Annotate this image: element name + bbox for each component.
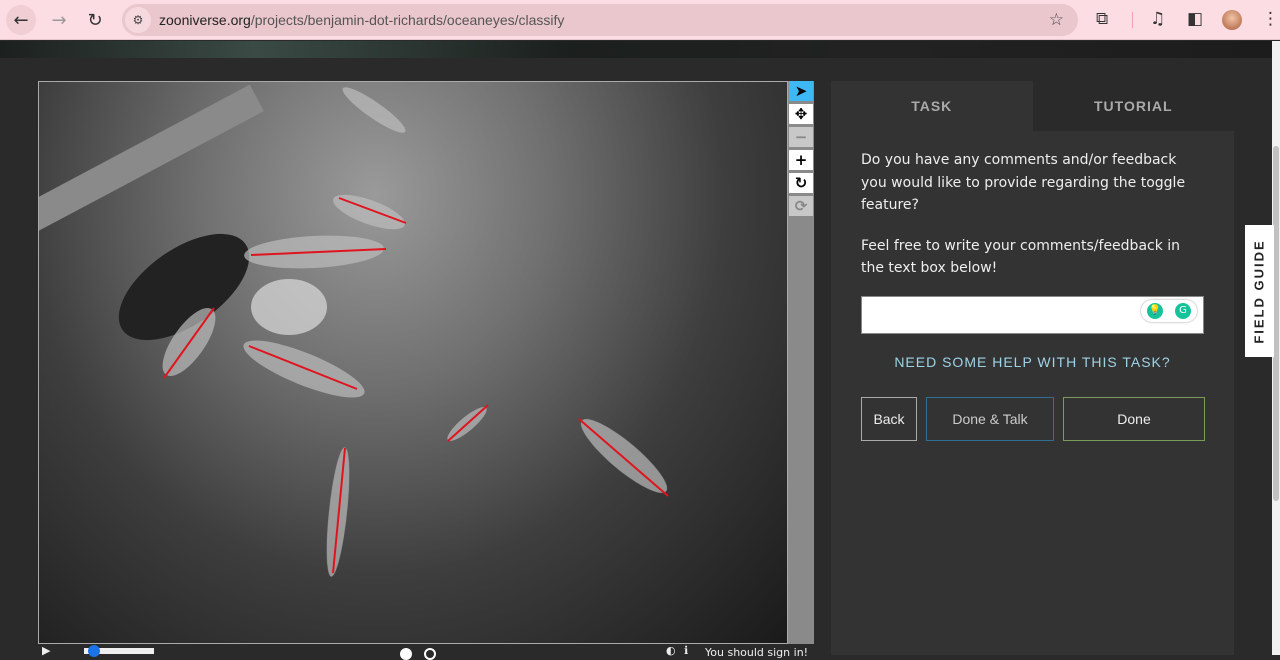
url-domain: zooniverse.org: [159, 12, 251, 28]
profile-avatar[interactable]: [1222, 10, 1242, 30]
browser-toolbar: ← → ↻ ⚙ zooniverse.org/projects/benjamin…: [0, 0, 1280, 40]
zoom-in-icon[interactable]: +: [789, 150, 813, 170]
rotate-icon[interactable]: ↻: [789, 173, 813, 193]
project-banner: [0, 41, 1272, 58]
side-panel-icon[interactable]: ◧: [1187, 9, 1203, 29]
task-instruction: Feel free to write your comments/feedbac…: [861, 237, 1181, 277]
forward-arrow-icon[interactable]: →: [44, 5, 74, 35]
play-icon[interactable]: ▶: [42, 644, 50, 657]
back-button[interactable]: Back: [861, 397, 917, 441]
fish: [243, 340, 365, 398]
site-settings-icon[interactable]: ⚙: [125, 7, 151, 33]
media-control-icon[interactable]: ♫: [1150, 9, 1165, 29]
task-question: Do you have any comments and/or feedback…: [861, 152, 1186, 213]
subject-image[interactable]: [38, 81, 788, 644]
camera-arm: [39, 84, 264, 234]
done-talk-button[interactable]: Done & Talk: [926, 397, 1054, 441]
contrast-toggle-icon[interactable]: [424, 648, 436, 660]
annotation-layer: [39, 84, 669, 577]
tab-task[interactable]: TASK: [831, 81, 1033, 131]
menu-dots-icon[interactable]: ⋮: [1262, 9, 1279, 29]
extensions-icon[interactable]: ⧉: [1096, 9, 1108, 29]
brightness-toggle-icon[interactable]: [400, 648, 412, 660]
url-path: /projects/benjamin-dot-richards/oceaneye…: [250, 12, 565, 28]
annotation-line: [447, 404, 489, 442]
info-icon[interactable]: ℹ: [684, 644, 688, 657]
done-button[interactable]: Done: [1063, 397, 1205, 441]
grammarly-icon[interactable]: G: [1175, 302, 1191, 319]
reload-icon[interactable]: ↻: [80, 5, 110, 35]
bookmark-star-icon[interactable]: ☆: [1049, 10, 1064, 30]
zoom-out-icon[interactable]: −: [789, 127, 813, 147]
video-controls: ▶ ◐ ℹ You should sign in!: [38, 644, 828, 660]
annotation-line: [578, 418, 669, 497]
address-bar[interactable]: ⚙ zooniverse.org/projects/benjamin-dot-r…: [122, 4, 1078, 36]
pointer-icon[interactable]: ➤: [789, 81, 813, 101]
fish: [333, 194, 405, 230]
speed-slider[interactable]: [84, 645, 154, 657]
tab-tutorial[interactable]: TUTORIAL: [1032, 81, 1234, 131]
image-toolbar: ➤ ✥ − + ↻ ⟳: [788, 81, 814, 644]
grammarly-widget[interactable]: 💡 G: [1141, 299, 1197, 322]
divider: [1132, 12, 1133, 28]
reset-icon[interactable]: ⟳: [789, 196, 813, 216]
move-icon[interactable]: ✥: [789, 104, 813, 124]
field-guide-tab[interactable]: FIELD GUIDE: [1245, 225, 1274, 357]
task-panel: TASK TUTORIAL Do you have any comments a…: [831, 81, 1234, 655]
field-guide-label: FIELD GUIDE: [1252, 238, 1267, 344]
feedback-textarea[interactable]: 💡 G: [861, 295, 1204, 334]
lightbulb-icon[interactable]: 💡: [1147, 302, 1163, 319]
help-link[interactable]: NEED SOME HELP WITH THIS TASK?: [831, 354, 1234, 370]
fish: [251, 279, 327, 335]
invert-icon[interactable]: ◐: [666, 644, 676, 657]
back-arrow-icon[interactable]: ←: [6, 5, 36, 35]
fish: [342, 87, 406, 133]
sign-in-notice[interactable]: You should sign in!: [705, 646, 808, 659]
